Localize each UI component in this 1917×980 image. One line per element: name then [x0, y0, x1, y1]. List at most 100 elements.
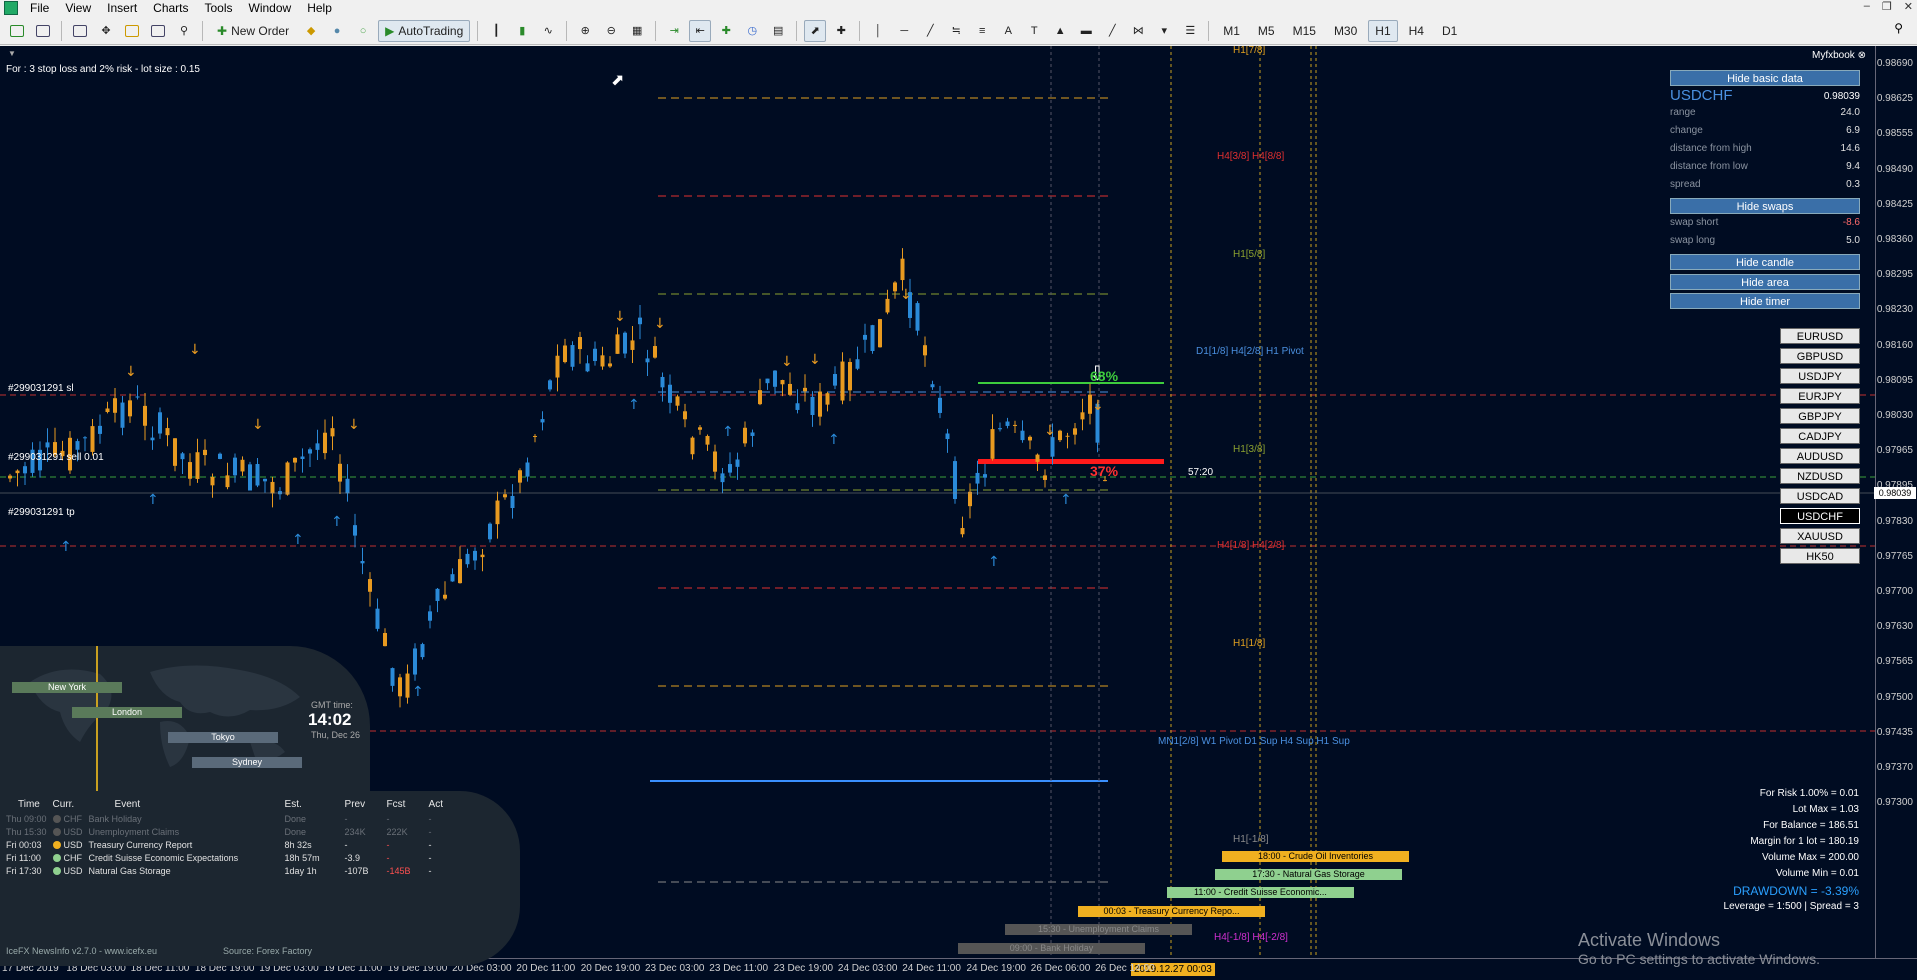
symbol-usdcad[interactable]: USDCAD [1780, 488, 1860, 504]
symbol-usdjpy[interactable]: USDJPY [1780, 368, 1860, 384]
menu-view[interactable]: View [57, 1, 99, 15]
bar-chart-icon[interactable]: ┃ [485, 20, 507, 42]
symbol-gbpusd[interactable]: GBPUSD [1780, 348, 1860, 364]
search-icon[interactable]: ⚲ [1894, 21, 1903, 35]
vertical-line-icon[interactable]: │ [867, 20, 889, 42]
autotrading-button[interactable]: ▶ AutoTrading [378, 19, 471, 42]
order-tp-label[interactable]: #299031291 tp [8, 507, 75, 518]
chart-window[interactable]: ↓ ↓ ↓ ↓ ↓ ↓ ↓ ↓ ↓ ↓ ↓ ↑ ↑ ↑ ↑ ↑ ↑ ↑ ↑ ↑ ↑ ⇩ ▼ For : 3 stop lo… [0, 46, 1917, 980]
news-row[interactable]: Fri 17:30 USD Natural Gas Storage 1day 1h -1… [6, 864, 449, 877]
signals-icon[interactable]: ● [326, 20, 348, 42]
menu-file[interactable]: File [22, 1, 57, 15]
news-bar-bank-holiday[interactable]: 09:00 - Bank Holiday [958, 943, 1145, 954]
news-row[interactable]: Thu 09:00 CHF Bank Holiday Done - - - [6, 812, 449, 825]
news-bar-credit-suisse[interactable]: 11:00 - Credit Suisse Economic... [1167, 887, 1354, 898]
tester-icon[interactable]: ⚲ [173, 20, 195, 42]
equidistant-channel-icon[interactable]: ≒ [945, 20, 967, 42]
symbol-eurjpy[interactable]: EURJPY [1780, 388, 1860, 404]
fractal-down-icon: ↓ [1092, 398, 1104, 414]
symbol-hk50[interactable]: HK50 [1780, 548, 1860, 564]
arrows-icon[interactable]: ▲ [1049, 20, 1071, 42]
menu-window[interactable]: Window [241, 1, 300, 15]
text-label-icon[interactable]: T [1023, 20, 1045, 42]
new-order-button[interactable]: ✚ New Order [210, 20, 296, 42]
zoom-in-icon[interactable]: ⊕ [574, 20, 596, 42]
tf-m15[interactable]: M15 [1286, 20, 1323, 42]
indicators-icon[interactable]: ✚ [715, 20, 737, 42]
menu-help[interactable]: Help [299, 1, 340, 15]
impact-dot-icon [52, 854, 61, 863]
tf-m1[interactable]: M1 [1216, 20, 1247, 42]
tf-h4[interactable]: H4 [1402, 20, 1431, 42]
symbol-usdchf[interactable]: USDCHF [1780, 508, 1860, 524]
minimize-icon[interactable]: – [1864, 0, 1870, 13]
candle-body [525, 462, 530, 477]
candlestick-icon[interactable]: ▮ [511, 20, 533, 42]
meta-editor-icon[interactable]: ◆ [300, 20, 322, 42]
pitchfork-icon[interactable]: ⋈ [1127, 20, 1149, 42]
news-cell: Fri 00:03 [6, 839, 42, 850]
tf-m30[interactable]: M30 [1327, 20, 1364, 42]
horizontal-line-icon[interactable]: ─ [893, 20, 915, 42]
terminal-icon[interactable] [147, 20, 169, 42]
hide-timer-button[interactable]: Hide timer [1670, 293, 1860, 309]
new-chart-icon[interactable] [6, 20, 28, 42]
symbol-eurusd[interactable]: EURUSD [1780, 328, 1860, 344]
chart-shift-icon[interactable]: ⇤ [689, 19, 712, 42]
menu-insert[interactable]: Insert [99, 1, 145, 15]
news-row[interactable]: Fri 11:00 CHF Credit Suisse Economic Expec… [6, 851, 449, 864]
auto-scroll-icon[interactable]: ⇥ [663, 20, 685, 42]
tf-d1[interactable]: D1 [1435, 20, 1464, 42]
symbol-nzdusd[interactable]: NZDUSD [1780, 468, 1860, 484]
menu-tools[interactable]: Tools [197, 1, 241, 15]
symbol-xauusd[interactable]: XAUUSD [1780, 528, 1860, 544]
restore-icon[interactable]: ❐ [1882, 0, 1892, 13]
menu-charts[interactable]: Charts [145, 1, 196, 15]
symbol-gbpjpy[interactable]: GBPJPY [1780, 408, 1860, 424]
line-chart-icon[interactable]: ∿ [537, 20, 559, 42]
news-row[interactable]: Fri 00:03 USD Treasury Currency Report 8h 3… [6, 838, 449, 851]
cursor-icon[interactable]: ⬈ [804, 19, 827, 42]
templates-icon[interactable]: ▤ [767, 20, 789, 42]
hide-swaps-button[interactable]: Hide swaps [1670, 198, 1860, 214]
rectangle-icon[interactable]: ▬ [1075, 20, 1097, 42]
periods-icon[interactable]: ◷ [741, 20, 763, 42]
symbol-audusd[interactable]: AUDUSD [1780, 448, 1860, 464]
news-row[interactable]: Thu 15:30 USD Unemployment Claims Done 234K 2… [6, 825, 449, 838]
price-axis[interactable]: 0.98690 0.98625 0.98555 0.98490 0.98425 0.983… [1875, 46, 1917, 958]
news-bar-natural-gas[interactable]: 17:30 - Natural Gas Storage [1215, 869, 1402, 880]
app-icon[interactable] [4, 1, 18, 15]
candle-body [713, 451, 717, 472]
candle-body [570, 345, 575, 367]
market-watch-icon[interactable] [69, 20, 91, 42]
objects-list-icon[interactable]: ☰ [1179, 20, 1201, 42]
fibonacci-icon[interactable]: ≡ [971, 20, 993, 42]
market-icon[interactable]: ○ [352, 20, 374, 42]
hide-area-button[interactable]: Hide area [1670, 274, 1860, 290]
chart-menu-icon[interactable]: ▼ [8, 49, 16, 58]
profiles-icon[interactable] [32, 20, 54, 42]
text-icon[interactable]: A [997, 20, 1019, 42]
symbol-cadjpy[interactable]: CADJPY [1780, 428, 1860, 444]
tf-h1[interactable]: H1 [1368, 19, 1398, 42]
news-bar-unemployment[interactable]: 15:30 - Unemployment Claims [1005, 924, 1192, 935]
myfxbook-close-icon[interactable]: ⊗ [1858, 50, 1866, 61]
trendline-icon[interactable]: ╱ [919, 20, 941, 42]
navigator-icon[interactable] [121, 20, 143, 42]
hide-basic-data-button[interactable]: Hide basic data [1670, 70, 1860, 86]
news-bar-treasury[interactable]: 00:03 - Treasury Currency Repo... [1078, 906, 1265, 917]
crosshair-icon[interactable]: ✚ [830, 20, 852, 42]
news-footer-left[interactable]: IceFX NewsInfo v2.7.0 - www.icefx.eu [6, 946, 157, 956]
order-sl-label[interactable]: #299031291 sl [8, 383, 74, 394]
hide-candle-button[interactable]: Hide candle [1670, 254, 1860, 270]
gann-icon[interactable]: ╱ [1101, 20, 1123, 42]
candle-body [293, 457, 297, 463]
zoom-out-icon[interactable]: ⊖ [600, 20, 622, 42]
tf-m5[interactable]: M5 [1251, 20, 1282, 42]
data-window-icon[interactable]: ✥ [95, 20, 117, 42]
shapes-icon[interactable]: ▾ [1153, 20, 1175, 42]
close-icon[interactable]: ✕ [1904, 0, 1913, 13]
news-bar-crude-oil[interactable]: 18:00 - Crude Oil Inventories [1222, 851, 1409, 862]
order-entry-label[interactable]: #299031291 sell 0.01 [8, 452, 104, 463]
tile-windows-icon[interactable]: ▦ [626, 20, 648, 42]
